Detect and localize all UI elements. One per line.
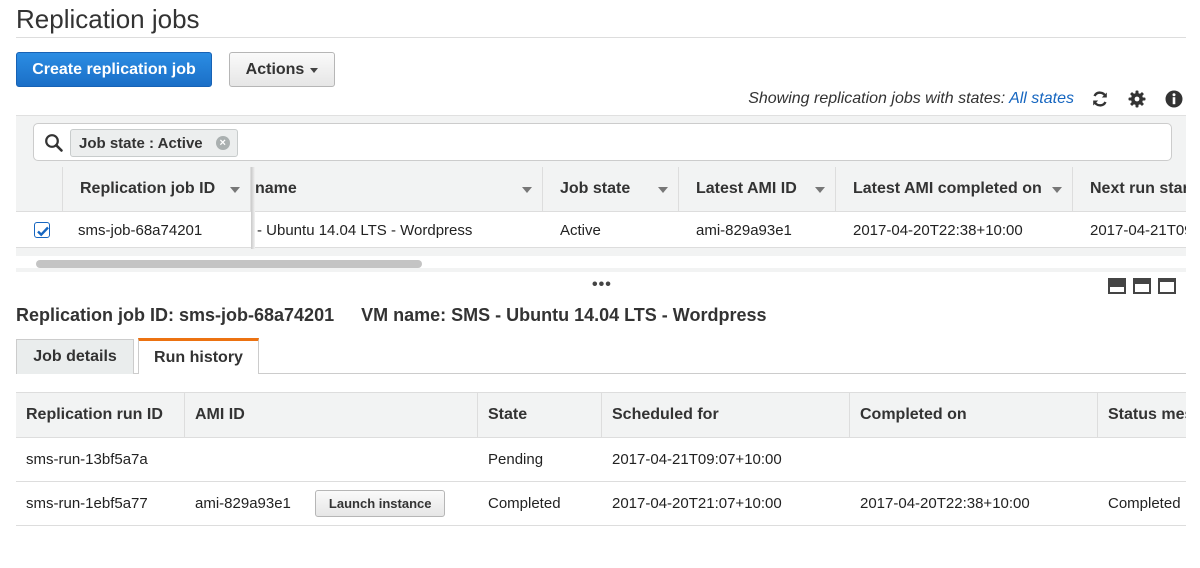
cell-status-message xyxy=(1098,438,1186,481)
detail-header: Replication job ID: sms-job-68a74201 VM … xyxy=(16,305,767,326)
cell-completed-on: 2017-04-20T22:38+10:00 xyxy=(860,495,1030,512)
search-icon xyxy=(45,134,63,152)
info-icon[interactable] xyxy=(1164,89,1184,109)
column-header-job-id[interactable]: Replication job ID xyxy=(63,167,251,211)
refresh-icon[interactable] xyxy=(1090,89,1110,109)
filter-token-label: Job state : Active xyxy=(79,134,203,152)
checkmark-icon xyxy=(37,226,49,237)
table-row[interactable]: sms-job-68a74201 - Ubuntu 14.04 LTS - Wo… xyxy=(16,211,1186,248)
cell-status-message: Completed xyxy=(1108,495,1181,512)
clear-icon[interactable]: × xyxy=(215,136,230,150)
jobs-table-panel: Job state : Active × Replication job ID … xyxy=(16,115,1186,272)
cell-latest-ami-completed: 2017-04-20T22:38+10:00 xyxy=(853,221,1023,239)
cell-vm-name: - Ubuntu 14.04 LTS - Wordpress xyxy=(257,221,473,239)
cell-ami-id: ami-829a93e1 xyxy=(195,495,291,512)
cell-run-id: sms-run-13bf5a7a xyxy=(26,451,148,468)
column-header-job-state[interactable]: Job state xyxy=(543,167,679,211)
launch-instance-button[interactable]: Launch instance xyxy=(314,490,446,517)
layout-top-icon[interactable] xyxy=(1158,278,1176,294)
column-header-latest-ami-id[interactable]: Latest AMI ID xyxy=(679,167,836,211)
column-header-state[interactable]: State xyxy=(478,393,602,437)
cell-run-id: sms-run-1ebf5a77 xyxy=(26,495,148,512)
sort-caret-icon xyxy=(1052,187,1062,193)
sort-caret-icon xyxy=(230,187,240,193)
gear-icon[interactable] xyxy=(1127,89,1147,109)
row-checkbox[interactable] xyxy=(34,222,50,238)
column-header-ami-id[interactable]: AMI ID xyxy=(185,393,478,437)
all-states-link[interactable]: All states xyxy=(1009,90,1074,107)
tab-job-details[interactable]: Job details xyxy=(16,339,134,374)
horizontal-scrollbar-thumb[interactable] xyxy=(36,260,422,268)
layout-split-icon[interactable] xyxy=(1133,278,1151,294)
states-prefix: Showing replication jobs with states: xyxy=(748,90,1006,107)
filter-token: Job state : Active × xyxy=(70,129,238,157)
column-header-run-id[interactable]: Replication run ID xyxy=(16,393,185,437)
title-divider xyxy=(16,37,1186,38)
cell-latest-ami-id: ami-829a93e1 xyxy=(696,221,792,239)
column-header-status-message[interactable]: Status mes xyxy=(1098,393,1186,437)
layout-bottom-icon[interactable] xyxy=(1108,278,1126,294)
page-title: Replication jobs xyxy=(16,4,200,34)
column-header-vm-name[interactable]: name xyxy=(255,167,543,211)
frozen-column-divider xyxy=(251,167,255,249)
actions-dropdown-button[interactable]: Actions xyxy=(229,52,335,87)
column-header-scheduled-for[interactable]: Scheduled for xyxy=(602,393,850,437)
sort-caret-icon xyxy=(658,187,668,193)
cell-ami-id-with-action: ami-829a93e1 Launch instance xyxy=(185,482,478,525)
detail-job-id: Replication job ID: sms-job-68a74201 xyxy=(16,305,335,325)
cell-scheduled-for: 2017-04-20T21:07+10:00 xyxy=(612,495,782,512)
column-header-latest-ami-completed[interactable]: Latest AMI completed on xyxy=(836,167,1073,211)
runs-table-header: Replication run ID AMI ID State Schedule… xyxy=(16,392,1186,438)
cell-next-run: 2017-04-21T09 xyxy=(1090,221,1186,239)
jobs-table-header: Replication job ID name Job state Latest… xyxy=(16,167,1186,211)
cell-scheduled-for: 2017-04-21T09:07+10:00 xyxy=(612,451,782,468)
caret-down-icon xyxy=(310,68,319,73)
cell-job-id: sms-job-68a74201 xyxy=(78,221,203,239)
column-header-next-run[interactable]: Next run star xyxy=(1073,167,1186,211)
cell-state: Completed xyxy=(488,495,561,512)
table-row[interactable]: sms-run-13bf5a7a Pending 2017-04-21T09:0… xyxy=(16,438,1186,482)
cell-state: Pending xyxy=(488,451,544,468)
detail-vm-name: VM name: SMS - Ubuntu 14.04 LTS - Wordpr… xyxy=(361,305,767,325)
cell-ami-id xyxy=(185,438,478,481)
tab-run-history[interactable]: Run history xyxy=(138,338,259,374)
actions-label: Actions xyxy=(245,60,305,78)
column-header-completed-on[interactable]: Completed on xyxy=(850,393,1098,437)
select-column-header xyxy=(16,167,63,211)
sort-caret-icon xyxy=(522,187,532,193)
sort-caret-icon xyxy=(815,187,825,193)
split-pane-handle[interactable]: ••• xyxy=(592,276,612,294)
cell-completed-on xyxy=(850,438,1098,481)
table-row[interactable]: sms-run-1ebf5a77 ami-829a93e1 Launch ins… xyxy=(16,482,1186,526)
cell-job-state: Active xyxy=(560,221,601,239)
filter-search-box[interactable]: Job state : Active × xyxy=(33,123,1172,161)
states-summary: Showing replication jobs with states: Al… xyxy=(748,90,1074,108)
create-replication-job-button[interactable]: Create replication job xyxy=(16,52,212,87)
